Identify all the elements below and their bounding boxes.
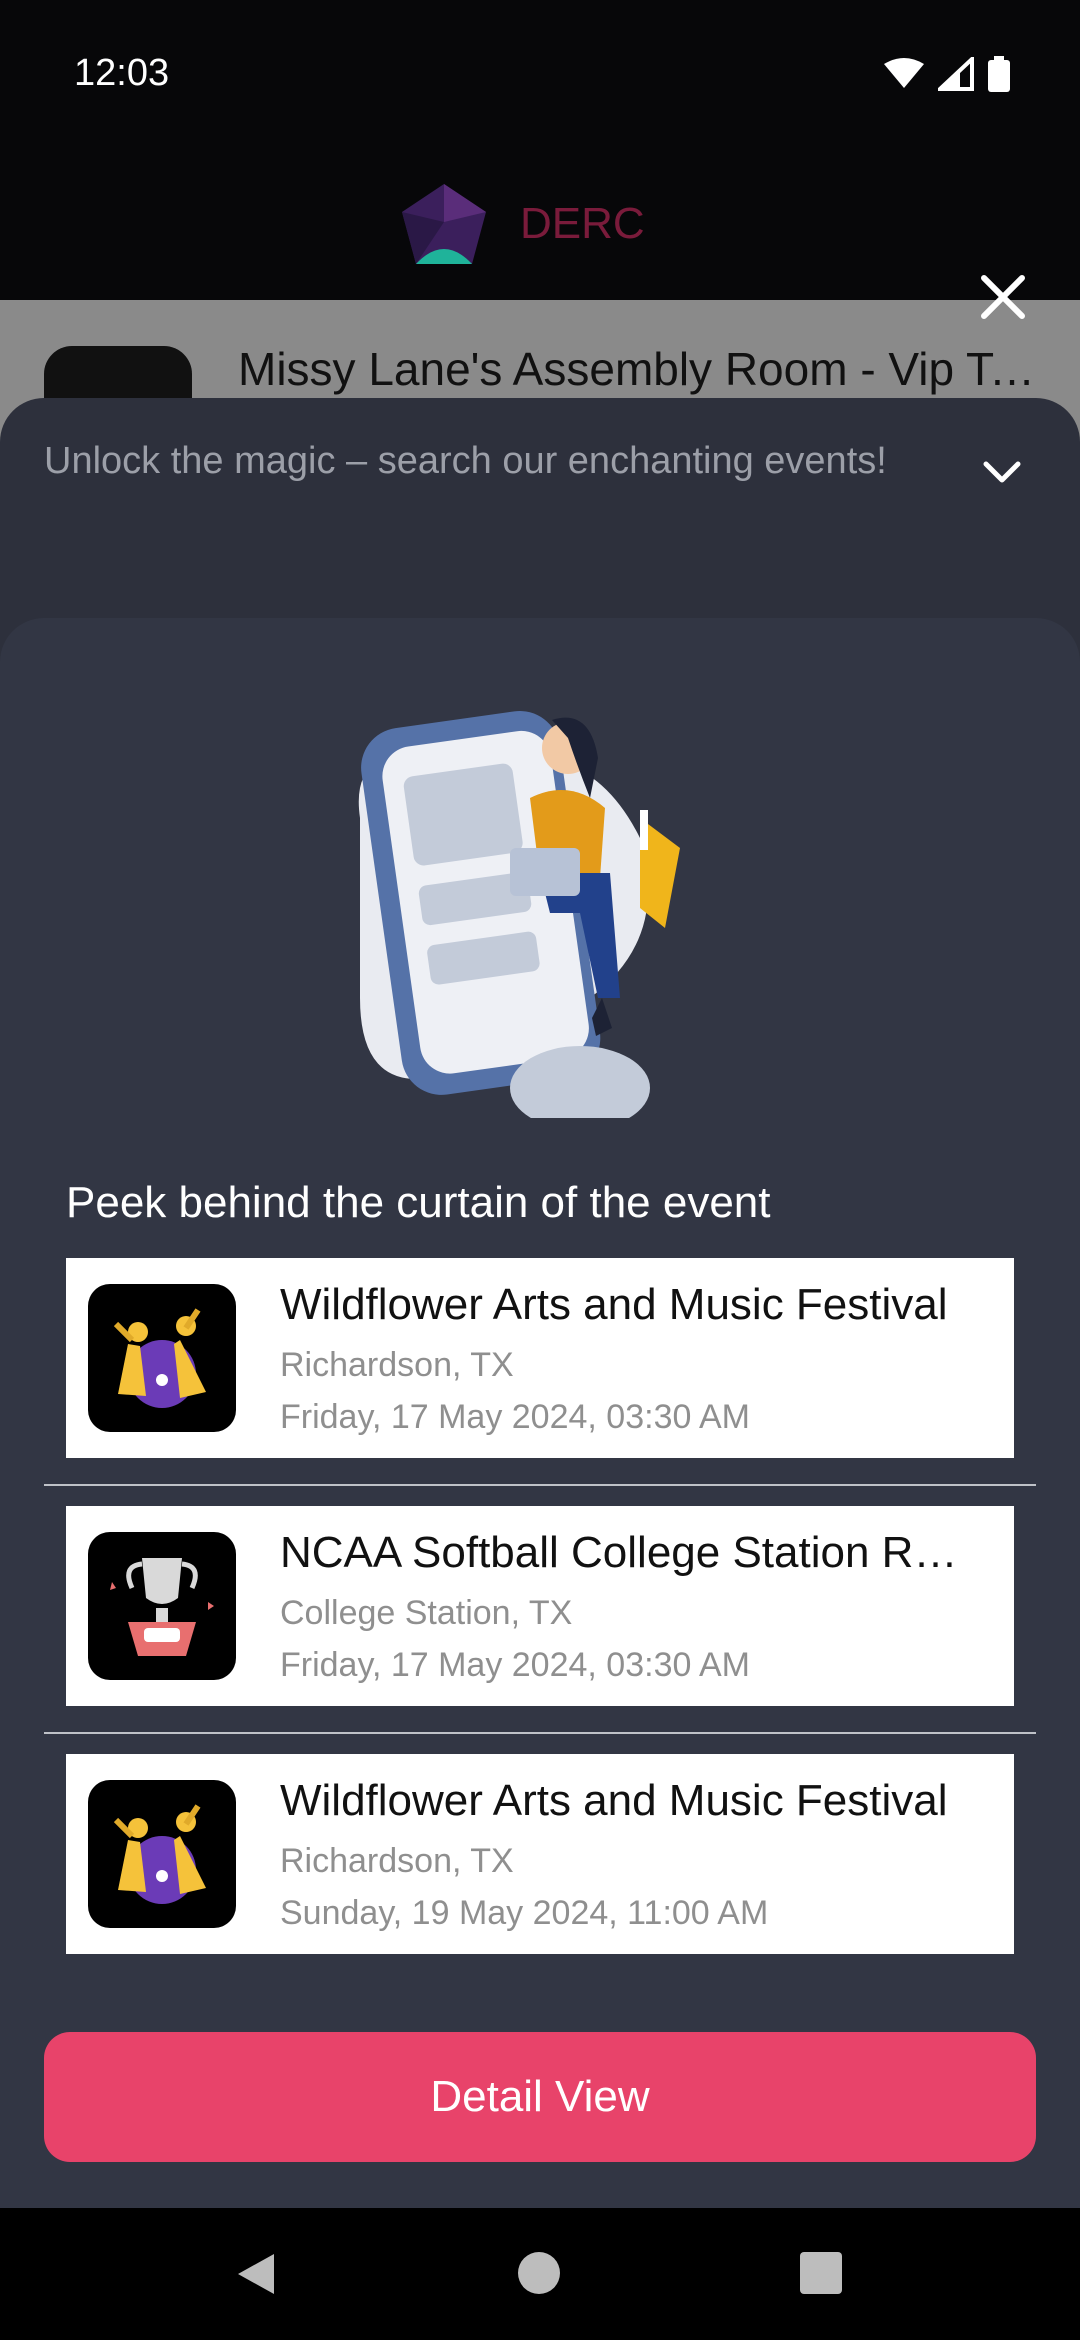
event-title: NCAA Softball College Station Regional [280, 1528, 980, 1577]
detail-view-button[interactable]: Detail View [44, 2032, 1036, 2162]
brand-logo: DERC [398, 182, 645, 266]
bottom-sheet: Unlock the magic – search our enchanting… [0, 398, 1080, 2208]
event-card[interactable]: Wildflower Arts and Music Festival Richa… [66, 1754, 1014, 1954]
section-title: Peek behind the curtain of the event [66, 1178, 771, 1227]
events-panel: Peek behind the curtain of the event Wil… [0, 618, 1080, 2208]
event-thumbnail [88, 1532, 236, 1680]
event-title: Wildflower Arts and Music Festival [280, 1280, 948, 1329]
chevron-down-icon [983, 461, 1021, 483]
recents-nav-button[interactable] [800, 2252, 842, 2294]
collapse-button[interactable] [980, 458, 1024, 488]
event-title: Wildflower Arts and Music Festival [280, 1776, 948, 1825]
gem-logo-icon [402, 184, 486, 264]
system-nav-bar [0, 2208, 1080, 2340]
app-bar: DERC [0, 150, 1080, 300]
event-thumbnail [88, 1780, 236, 1928]
event-card[interactable]: NCAA Softball College Station Regional C… [66, 1506, 1014, 1706]
battery-icon [988, 56, 1010, 92]
trophy-icon [110, 1558, 214, 1656]
event-location: Richardson, TX [280, 1842, 514, 1880]
close-icon [981, 275, 1025, 319]
event-location: College Station, TX [280, 1594, 573, 1632]
back-nav-icon[interactable] [236, 2252, 276, 2296]
wifi-icon [884, 58, 924, 88]
event-date: Sunday, 19 May 2024, 11:00 AM [280, 1894, 769, 1932]
event-divider [44, 1484, 1036, 1486]
background-item-title: Missy Lane's Assembly Room - Vip Table [238, 343, 1038, 395]
status-bar: 12:03 [0, 0, 1080, 150]
event-thumbnail [88, 1284, 236, 1432]
cellular-signal-icon [938, 57, 974, 91]
event-divider [44, 1732, 1036, 1734]
close-button[interactable] [978, 272, 1028, 322]
festival-dancers-icon [113, 1804, 206, 1904]
status-time: 12:03 [74, 52, 170, 94]
status-icons [884, 56, 1010, 92]
event-date: Friday, 17 May 2024, 03:30 AM [280, 1646, 750, 1684]
phone-browsing-illustration [358, 711, 680, 1118]
festival-dancers-icon [113, 1308, 206, 1408]
event-card[interactable]: Wildflower Arts and Music Festival Richa… [66, 1258, 1014, 1458]
event-date: Friday, 17 May 2024, 03:30 AM [280, 1398, 750, 1436]
sheet-header-text: Unlock the magic – search our enchanting… [44, 440, 887, 482]
home-nav-button[interactable] [518, 2252, 560, 2294]
brand-name: DERC [520, 199, 645, 248]
event-location: Richardson, TX [280, 1346, 514, 1384]
